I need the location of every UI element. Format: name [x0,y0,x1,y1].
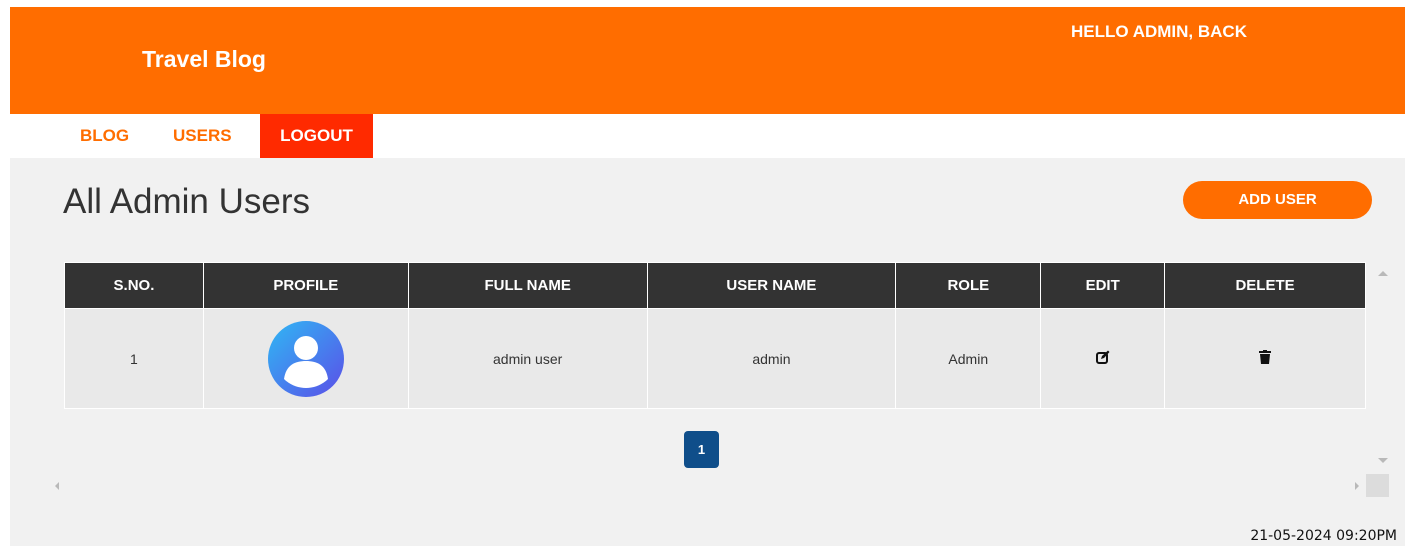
cell-role: Admin [895,308,1042,409]
table-row: 1 admin user admin Admin [64,308,1366,409]
table-header-row: S.NO. PROFILE FULL NAME USER NAME ROLE E… [64,262,1366,309]
cell-full-name: admin user [407,308,648,409]
avatar-user-icon [267,320,344,397]
add-user-button[interactable]: ADD USER [1183,181,1372,219]
scroll-right-icon[interactable] [1355,482,1359,490]
content-panel: All Admin Users ADD USER S.NO. PROFILE F… [10,158,1405,546]
edit-icon[interactable] [1095,350,1110,367]
main-nav: BLOG USERS LOGOUT [10,114,1405,158]
col-edit: EDIT [1040,262,1166,309]
users-table: S.NO. PROFILE FULL NAME USER NAME ROLE E… [64,262,1366,409]
scroll-up-icon[interactable] [1378,271,1388,276]
timestamp: 21-05-2024 09:20PM [1250,528,1397,544]
col-delete: DELETE [1164,262,1366,309]
col-user-name: USER NAME [646,262,897,309]
nav-blog[interactable]: BLOG [80,114,129,158]
trash-icon[interactable] [1259,350,1272,367]
scrollbar-corner [1366,474,1389,497]
nav-users[interactable]: USERS [173,114,232,158]
cell-sno: 1 [64,308,204,409]
cell-edit [1040,308,1166,409]
nav-logout[interactable]: LOGOUT [260,114,373,158]
greeting-text: HELLO ADMIN, BACK [1071,22,1247,41]
cell-delete [1164,308,1366,409]
page-title: All Admin Users [63,182,311,221]
scroll-down-icon[interactable] [1378,458,1388,463]
site-header: Travel Blog HELLO ADMIN, BACK [10,7,1405,114]
col-sno: S.NO. [64,262,204,309]
cell-user-name: admin [646,308,897,409]
brand-title[interactable]: Travel Blog [142,46,266,73]
col-profile: PROFILE [202,262,409,309]
page-1-button[interactable]: 1 [684,431,719,468]
col-full-name: FULL NAME [407,262,648,309]
scroll-left-icon[interactable] [55,482,59,490]
cell-profile [202,308,409,409]
col-role: ROLE [895,262,1042,309]
